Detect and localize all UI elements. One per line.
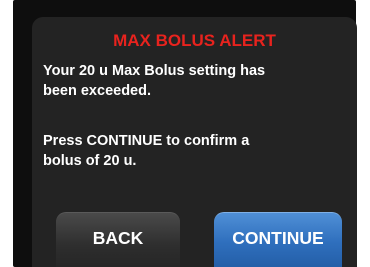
- message-line: Press CONTINUE to confirm a: [43, 133, 250, 149]
- message-line: bolus of 20 u.: [43, 153, 137, 169]
- back-button[interactable]: BACK: [56, 212, 180, 267]
- device-frame: MAX BOLUS ALERT Your 20 u Max Bolus sett…: [13, 0, 357, 267]
- alert-message-confirm: Press CONTINUE to confirm a bolus of 20 …: [43, 131, 353, 171]
- alert-title: MAX BOLUS ALERT: [113, 31, 276, 50]
- message-line: Your 20 u Max Bolus setting has: [43, 63, 266, 79]
- page: MAX BOLUS ALERT Your 20 u Max Bolus sett…: [0, 0, 370, 267]
- message-line: been exceeded.: [43, 83, 151, 99]
- alert-screen: MAX BOLUS ALERT Your 20 u Max Bolus sett…: [32, 17, 357, 267]
- continue-button[interactable]: CONTINUE: [214, 212, 342, 267]
- alert-message-exceeded: Your 20 u Max Bolus setting has been exc…: [43, 61, 353, 101]
